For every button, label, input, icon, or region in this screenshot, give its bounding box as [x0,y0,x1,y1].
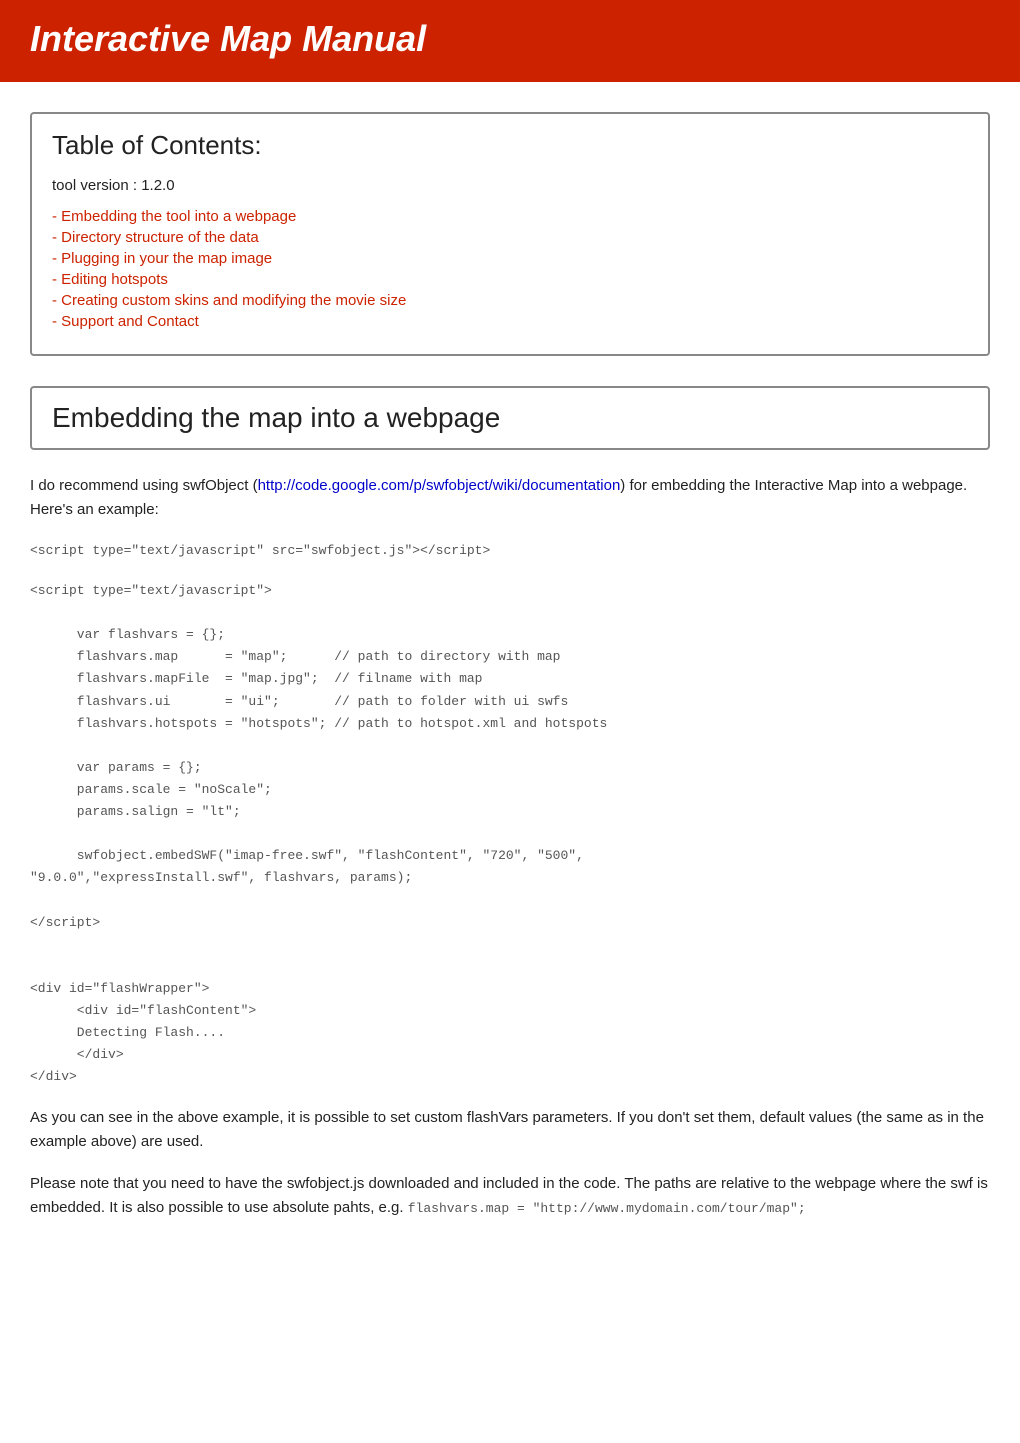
embedding-heading: Embedding the map into a webpage [52,402,968,434]
intro-text-1: I do recommend using swfObject ( [30,477,258,494]
toc-version: tool version : 1.2.0 [52,177,968,194]
embedding-section-header: Embedding the map into a webpage [30,386,990,450]
outro-text-1: As you can see in the above example, it … [30,1106,990,1154]
list-item: - Creating custom skins and modifying th… [52,292,968,309]
toc-link-map-image[interactable]: - Plugging in your the map image [52,250,272,267]
list-item: - Embedding the tool into a webpage [52,208,968,225]
outro-text-2: Please note that you need to have the sw… [30,1172,990,1220]
outro-inline-code: flashvars.map = "http://www.mydomain.com… [408,1201,806,1216]
page-header: Interactive Map Manual [0,0,1020,82]
toc-link-directory[interactable]: - Directory structure of the data [52,229,259,246]
list-item: - Editing hotspots [52,271,968,288]
toc-link-support[interactable]: - Support and Contact [52,313,199,330]
embedding-intro: I do recommend using swfObject (http://c… [30,474,990,522]
list-item: - Support and Contact [52,313,968,330]
toc-link-hotspots[interactable]: - Editing hotspots [52,271,168,288]
code-block-1: <script type="text/javascript" src="swfo… [30,540,990,562]
toc-box: Table of Contents: tool version : 1.2.0 … [30,112,990,356]
toc-link-skins[interactable]: - Creating custom skins and modifying th… [52,292,406,309]
toc-heading: Table of Contents: [52,130,968,161]
list-item: - Plugging in your the map image [52,250,968,267]
swfobject-link[interactable]: http://code.google.com/p/swfobject/wiki/… [258,477,621,494]
main-content: Table of Contents: tool version : 1.2.0 … [0,112,1020,1278]
toc-list: - Embedding the tool into a webpage - Di… [52,208,968,330]
code-block-2: <script type="text/javascript"> var flas… [30,580,990,1088]
list-item: - Directory structure of the data [52,229,968,246]
toc-link-embedding[interactable]: - Embedding the tool into a webpage [52,208,296,225]
page-title: Interactive Map Manual [30,18,990,60]
